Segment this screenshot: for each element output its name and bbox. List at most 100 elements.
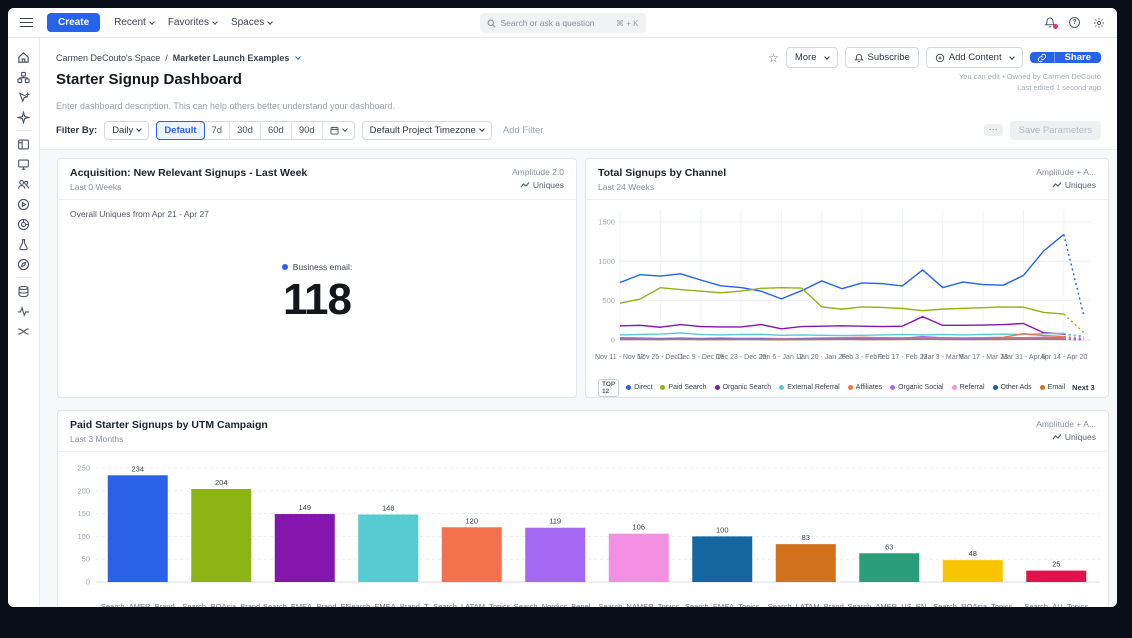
bar[interactable] [108,475,168,582]
dashboards-icon[interactable] [8,134,39,154]
legend-dot [715,385,720,390]
line-series-organic-search[interactable] [620,316,1064,333]
legend-item[interactable]: External Referral [779,384,840,391]
dashboard-header: Carmen DeCouto's Space / Marketer Launch… [40,38,1117,111]
y-axis-tick: 0 [86,577,90,586]
help-icon[interactable]: ? [1069,17,1080,28]
save-parameters-button[interactable]: Save Parameters [1010,121,1101,140]
ai-sparkle-icon[interactable] [8,107,39,127]
bar[interactable] [943,560,1003,582]
legend-item[interactable]: Referral [952,384,985,391]
bar[interactable] [191,488,251,581]
card-title[interactable]: Total Signups by Channel [598,167,726,179]
add-circle-icon [935,53,945,63]
bar-value-label: 204 [215,477,228,486]
card-title[interactable]: Paid Starter Signups by UTM Campaign [70,419,268,431]
range-90d[interactable]: 90d [291,122,322,139]
card-title[interactable]: Acquisition: New Relevant Signups - Last… [70,167,307,179]
bar[interactable] [776,544,836,582]
overflow-menu-button[interactable]: ··· [984,124,1003,136]
card-subtitle: Last 0 Weeks [70,182,307,192]
card-source: Amplitude + A... [1036,419,1096,429]
granularity-dropdown[interactable]: Daily [104,121,149,140]
app-window: Create Recent Favorites Spaces Search or… [8,8,1117,607]
dashboard-description-placeholder[interactable]: Enter dashboard description. This can he… [56,101,1101,111]
settings-gear-icon[interactable] [1093,17,1105,29]
top-badge[interactable]: TOP 12 [598,379,619,397]
add-content-button[interactable]: Add Content [926,47,1023,68]
bar-chart[interactable]: 0501001502002502342041491481201191061008… [66,456,1100,602]
calendar-icon [330,126,339,135]
select-cursor-icon[interactable] [8,87,39,107]
menu-icon[interactable] [20,18,33,28]
bar[interactable] [609,533,669,581]
nav-favorites[interactable]: Favorites [168,17,217,28]
nav-recent[interactable]: Recent [114,17,154,28]
pathfinder-icon[interactable] [8,321,39,341]
line-series-external-referral[interactable] [620,332,1064,335]
bar-value-label: 234 [131,464,144,473]
bar[interactable] [859,553,919,582]
y-axis-tick: 0 [611,335,615,344]
legend-item[interactable]: Affiliates [848,384,882,391]
experiments-icon[interactable] [8,234,39,254]
bar[interactable] [275,514,335,582]
spaces-icon[interactable] [8,67,39,87]
bar-value-label: 63 [885,542,893,551]
line-chart[interactable]: 050010001500 [594,204,1098,354]
search-input[interactable]: Search or ask a question ⌘ + K [480,13,646,33]
home-icon[interactable] [8,47,39,67]
custom-date-button[interactable] [322,122,354,139]
nav-spaces[interactable]: Spaces [231,17,272,28]
legend-item[interactable]: Organic Social [890,384,944,391]
bar-category-label: Search_AU_Topics [1015,602,1099,608]
range-7d[interactable]: 7d [204,122,230,139]
more-label: More [795,52,817,63]
session-replay-icon[interactable] [8,154,39,174]
y-axis-tick: 50 [82,554,90,563]
edit-info-line2: Last edited 1 second ago [959,82,1101,93]
bar[interactable] [692,536,752,582]
share-button[interactable]: Share [1030,52,1101,63]
single-value: 118 [283,278,351,322]
range-30d[interactable]: 30d [229,122,260,139]
breadcrumb-space[interactable]: Carmen DeCouto's Space [56,53,160,63]
breadcrumb: Carmen DeCouto's Space / Marketer Launch… [56,53,300,63]
more-button[interactable]: More [786,47,838,68]
subscribe-button[interactable]: Subscribe [845,47,919,68]
legend-item[interactable]: Direct [626,384,652,391]
legend-next-button[interactable]: Next 3 [1072,383,1095,392]
line-series-direct[interactable] [620,234,1064,298]
signals-icon[interactable] [8,301,39,321]
bar-category-labels: Search_AMER_BrandSearch_ROAsia_BrandSear… [96,602,1100,608]
recordings-icon[interactable] [8,194,39,214]
legend-item[interactable]: Email [1040,384,1066,391]
favorite-star-icon[interactable]: ☆ [768,52,779,64]
single-value-legend[interactable]: Business email: [282,262,353,272]
breadcrumb-page[interactable]: Marketer Launch Examples [173,53,290,63]
data-icon[interactable] [8,281,39,301]
discover-icon[interactable] [8,254,39,274]
notifications-button[interactable] [1044,16,1056,29]
granularity-value: Daily [112,125,133,136]
audiences-icon[interactable] [8,174,39,194]
metrics-icon[interactable] [8,214,39,234]
bar[interactable] [1026,570,1086,581]
legend-item[interactable]: Paid Search [660,384,706,391]
legend-item[interactable]: Other Ads [993,384,1032,391]
bar[interactable] [442,527,502,582]
bar[interactable] [525,527,585,581]
create-button[interactable]: Create [47,13,100,32]
chevron-down-icon[interactable] [296,54,302,60]
timezone-dropdown[interactable]: Default Project Timezone [362,121,492,140]
range-default[interactable]: Default [156,121,204,140]
bar-category-label: Search_EMEA_Brand_T1 [347,602,431,608]
chevron-down-icon [1009,54,1015,60]
legend-item[interactable]: Organic Search [715,384,772,391]
range-60d[interactable]: 60d [260,122,291,139]
y-axis-tick: 150 [77,509,90,518]
bar[interactable] [358,514,418,581]
legend-dot [952,385,957,390]
add-filter-button[interactable]: Add Filter [503,125,544,136]
legend-label: Referral [960,384,985,391]
